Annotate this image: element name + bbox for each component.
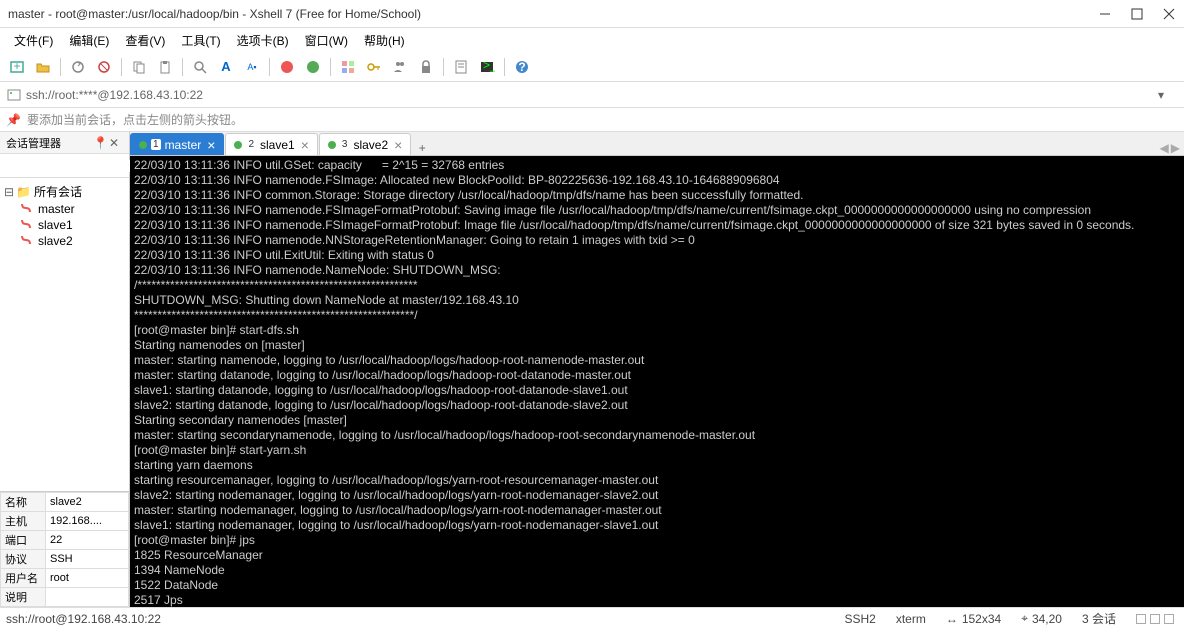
menu-window[interactable]: 窗口(W)	[299, 30, 354, 51]
lock-icon[interactable]	[415, 56, 437, 78]
tab-slave2[interactable]: 3 slave2 ×	[319, 133, 411, 155]
title-bar: master - root@master:/usr/local/hadoop/b…	[0, 0, 1184, 28]
tree-session-master[interactable]: master	[18, 201, 127, 217]
tab-slave1[interactable]: 2 slave1 ×	[225, 133, 317, 155]
help-icon[interactable]: ?	[511, 56, 533, 78]
menu-bar: 文件(F) 编辑(E) 查看(V) 工具(T) 选项卡(B) 窗口(W) 帮助(…	[0, 28, 1184, 52]
tab-add-button[interactable]: +	[412, 141, 432, 155]
prop-row: 名称slave2	[1, 493, 129, 512]
menu-edit[interactable]: 编辑(E)	[63, 30, 115, 51]
tab-next-icon[interactable]: ▶	[1171, 141, 1180, 155]
address-text[interactable]: ssh://root:****@192.168.43.10:22	[26, 88, 1154, 102]
sidebar-title: 会话管理器	[6, 135, 91, 151]
menu-help[interactable]: 帮助(H)	[358, 30, 411, 51]
session-icon	[6, 87, 22, 103]
open-session-icon[interactable]	[32, 56, 54, 78]
address-bar: ssh://root:****@192.168.43.10:22 ▾	[0, 82, 1184, 108]
tab-bar: 1 master × 2 slave1 × 3 slave2 × + ◀ ▶	[130, 132, 1184, 156]
terminal-icon[interactable]: >_	[476, 56, 498, 78]
status-bar: ssh://root@192.168.43.10:22 SSH2 xterm ↔…	[0, 607, 1184, 629]
close-button[interactable]	[1162, 7, 1176, 21]
tip-bar: 📌 要添加当前会话，点击左侧的箭头按钮。	[0, 108, 1184, 132]
menu-tabs[interactable]: 选项卡(B)	[231, 30, 295, 51]
session-manager-panel: 会话管理器 📍 ✕ 🔍 ⊟ 📁 所有会话 master slave1	[0, 132, 130, 607]
find-icon[interactable]	[189, 56, 211, 78]
tree-root[interactable]: ⊟ 📁 所有会话	[2, 182, 127, 201]
session-properties: 名称slave2 主机192.168.... 端口22 协议SSH 用户名roo…	[0, 491, 129, 607]
prop-row: 说明	[1, 588, 129, 607]
minimize-button[interactable]	[1098, 7, 1112, 21]
font-icon[interactable]: A	[215, 56, 237, 78]
status-dot-icon	[234, 141, 242, 149]
status-ssh: SSH2	[840, 612, 879, 626]
pin-panel-icon[interactable]: 📍	[93, 136, 107, 150]
search-input[interactable]	[4, 160, 146, 172]
resize-icon: ↔	[946, 612, 958, 626]
paste-icon[interactable]	[154, 56, 176, 78]
status-sessions: 3 会话	[1078, 610, 1120, 627]
prop-row: 用户名root	[1, 569, 129, 588]
status-term: xterm	[892, 612, 930, 626]
prop-row: 主机192.168....	[1, 512, 129, 531]
tree-session-slave2[interactable]: slave2	[18, 233, 127, 249]
session-icon	[20, 202, 36, 216]
color1-icon[interactable]	[276, 56, 298, 78]
scroll-indicator	[1164, 614, 1174, 624]
window-title: master - root@master:/usr/local/hadoop/b…	[8, 7, 1098, 21]
tip-text: 要添加当前会话，点击左侧的箭头按钮。	[27, 111, 243, 128]
reconnect-icon[interactable]	[67, 56, 89, 78]
address-dropdown-icon[interactable]: ▾	[1158, 88, 1178, 102]
status-pos: ⌖34,20	[1017, 611, 1066, 626]
session-tree: ⊟ 📁 所有会话 master slave1 slave2	[0, 178, 129, 491]
cursor-icon: ⌖	[1021, 611, 1028, 626]
status-connection: ssh://root@192.168.43.10:22	[6, 612, 828, 626]
num-indicator	[1150, 614, 1160, 624]
menu-tools[interactable]: 工具(T)	[175, 30, 226, 51]
status-size: ↔152x34	[942, 612, 1005, 626]
tab-master[interactable]: 1 master ×	[130, 133, 224, 155]
status-caps	[1132, 614, 1178, 624]
font-small-icon[interactable]: A▪	[241, 56, 263, 78]
svg-text:?: ?	[518, 60, 525, 74]
collapse-icon[interactable]: ⊟	[4, 185, 16, 199]
new-session-icon[interactable]: +	[6, 56, 28, 78]
maximize-button[interactable]	[1130, 7, 1144, 21]
svg-text:+: +	[13, 59, 20, 73]
script-icon[interactable]	[450, 56, 472, 78]
users-icon[interactable]	[389, 56, 411, 78]
status-dot-icon	[328, 141, 336, 149]
tab-close-icon[interactable]: ×	[394, 137, 402, 153]
tree-session-slave1[interactable]: slave1	[18, 217, 127, 233]
status-dot-icon	[139, 141, 147, 149]
copy-icon[interactable]	[128, 56, 150, 78]
prop-row: 协议SSH	[1, 550, 129, 569]
close-panel-icon[interactable]: ✕	[109, 136, 123, 150]
terminal-output[interactable]: 22/03/10 13:11:36 INFO util.GSet: capaci…	[130, 156, 1184, 607]
svg-text:>_: >_	[483, 59, 495, 72]
toolbar: + A A▪ >_ ?	[0, 52, 1184, 82]
layout-icon[interactable]	[337, 56, 359, 78]
disconnect-icon[interactable]	[93, 56, 115, 78]
session-icon	[20, 218, 36, 232]
key-icon[interactable]	[363, 56, 385, 78]
tab-close-icon[interactable]: ×	[207, 137, 215, 153]
menu-view[interactable]: 查看(V)	[119, 30, 171, 51]
tab-prev-icon[interactable]: ◀	[1160, 141, 1169, 155]
menu-file[interactable]: 文件(F)	[8, 30, 59, 51]
prop-row: 端口22	[1, 531, 129, 550]
session-icon	[20, 234, 36, 248]
cap-indicator	[1136, 614, 1146, 624]
tab-close-icon[interactable]: ×	[301, 137, 309, 153]
folder-icon: 📁	[16, 185, 32, 199]
pin-icon[interactable]: 📌	[6, 113, 21, 127]
color2-icon[interactable]	[302, 56, 324, 78]
